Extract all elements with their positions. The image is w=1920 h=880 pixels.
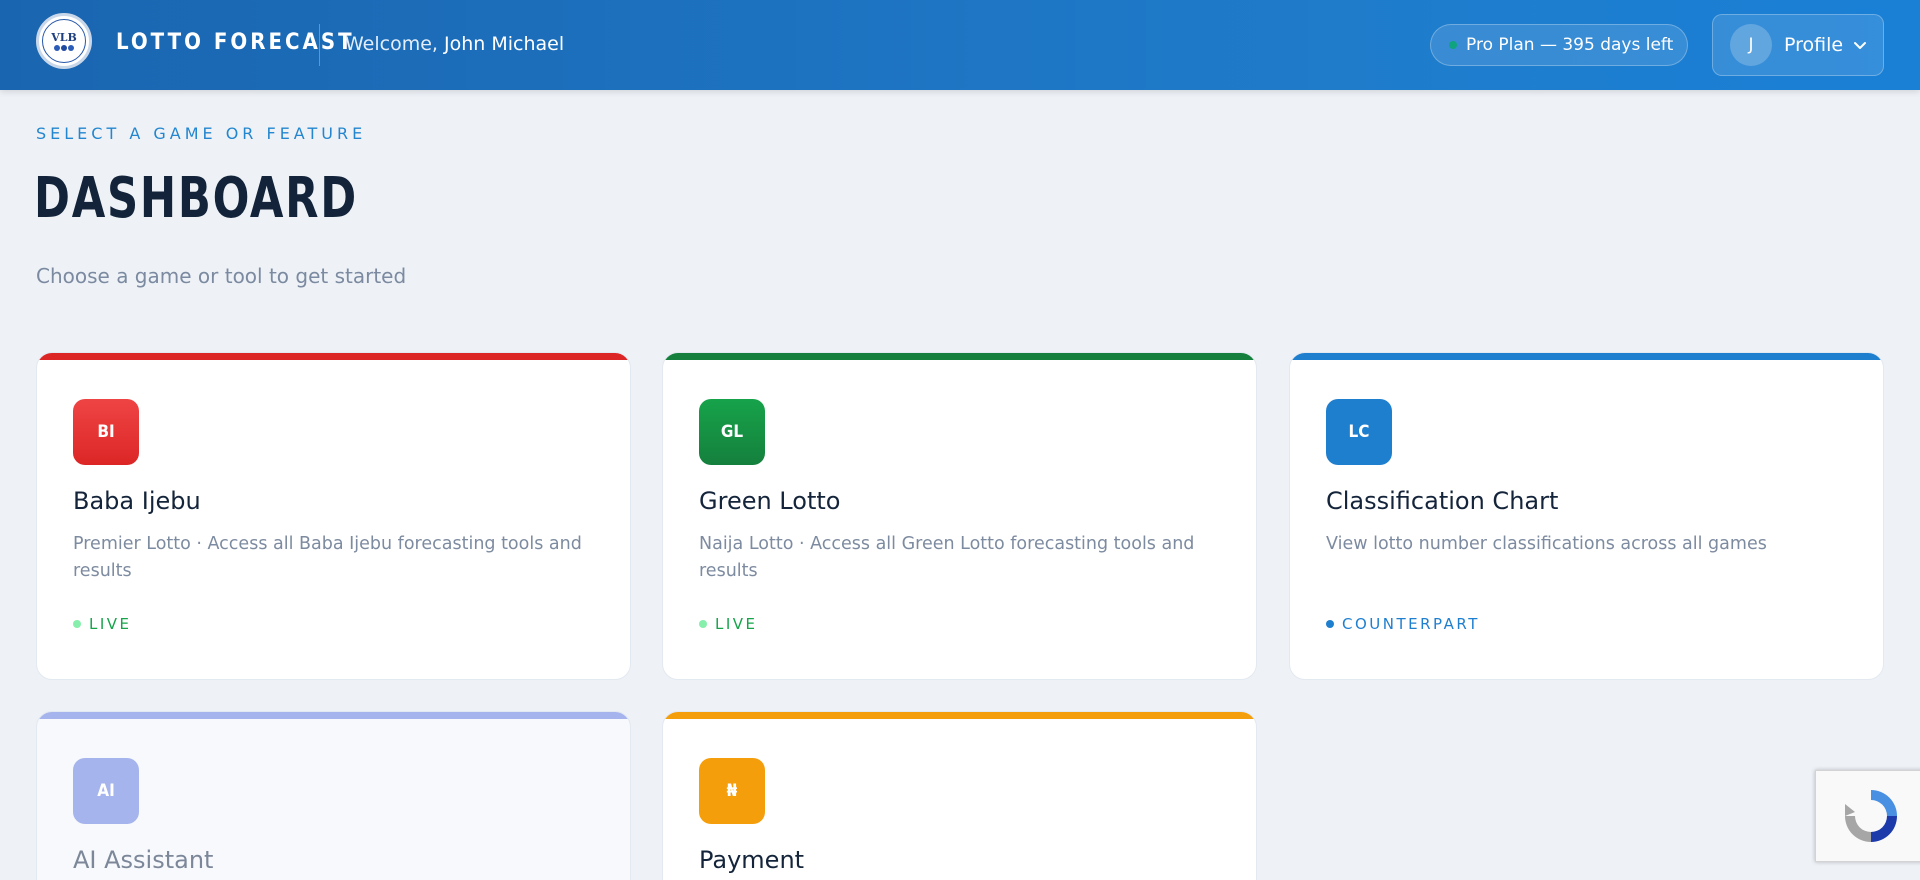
card-description: View lotto number classifications across… bbox=[1326, 534, 1767, 554]
plan-status-dot-icon bbox=[1449, 41, 1457, 49]
status-badge: LIVE bbox=[699, 615, 758, 633]
card-accent-bar bbox=[37, 712, 630, 719]
card-ai-assistant[interactable]: AI AI Assistant bbox=[36, 711, 631, 880]
logo-emblem: VLB bbox=[42, 19, 86, 63]
recaptcha-badge[interactable] bbox=[1815, 770, 1920, 862]
avatar: J bbox=[1730, 24, 1772, 66]
card-classification-chart[interactable]: LC Classification Chart View lotto numbe… bbox=[1289, 352, 1884, 680]
logo-text: VLB bbox=[51, 30, 77, 44]
plan-status-text: Pro Plan — 395 days left bbox=[1466, 35, 1674, 55]
recaptcha-icon bbox=[1844, 790, 1897, 842]
card-title: AI Assistant bbox=[73, 846, 214, 874]
classification-chart-icon: LC bbox=[1326, 399, 1392, 465]
card-description: Premier Lotto · Access all Baba Ijebu fo… bbox=[73, 534, 582, 581]
profile-menu-button[interactable]: J Profile bbox=[1712, 14, 1884, 76]
card-payment[interactable]: ₦ Payment bbox=[662, 711, 1257, 880]
status-badge-label: LIVE bbox=[715, 615, 758, 633]
welcome-prefix: Welcome, bbox=[345, 33, 438, 55]
baba-ijebu-icon: BI bbox=[73, 399, 139, 465]
naira-icon: ₦ bbox=[699, 758, 765, 824]
card-green-lotto[interactable]: GL Green Lotto Naija Lotto · Access all … bbox=[662, 352, 1257, 680]
plan-status-badge: Pro Plan — 395 days left bbox=[1430, 24, 1688, 66]
header-divider bbox=[319, 24, 320, 66]
card-title: Baba Ijebu bbox=[73, 487, 201, 515]
live-dot-icon bbox=[73, 620, 81, 628]
status-badge-label: LIVE bbox=[89, 615, 132, 633]
counterpart-dot-icon bbox=[1326, 620, 1334, 628]
card-accent-bar bbox=[1290, 353, 1883, 360]
green-lotto-icon: GL bbox=[699, 399, 765, 465]
profile-label: Profile bbox=[1784, 34, 1844, 56]
top-navigation-bar: VLB LOTTO FORECAST Welcome, John Michael… bbox=[0, 0, 1920, 90]
status-badge-label: COUNTERPART bbox=[1342, 615, 1480, 633]
card-title: Classification Chart bbox=[1326, 487, 1559, 515]
app-logo[interactable]: VLB bbox=[36, 13, 92, 69]
card-accent-bar bbox=[663, 353, 1256, 360]
ai-assistant-icon: AI bbox=[73, 758, 139, 824]
status-badge: COUNTERPART bbox=[1326, 615, 1480, 633]
page-subtitle: Choose a game or tool to get started bbox=[36, 264, 407, 288]
status-badge: LIVE bbox=[73, 615, 132, 633]
card-title: Payment bbox=[699, 846, 805, 874]
card-accent-bar bbox=[37, 353, 630, 360]
live-dot-icon bbox=[699, 620, 707, 628]
card-description: Naija Lotto · Access all Green Lotto for… bbox=[699, 534, 1195, 581]
user-name: John Michael bbox=[444, 33, 565, 55]
page-eyebrow: SELECT A GAME OR FEATURE bbox=[36, 124, 367, 143]
card-baba-ijebu[interactable]: BI Baba Ijebu Premier Lotto · Access all… bbox=[36, 352, 631, 680]
card-accent-bar bbox=[663, 712, 1256, 719]
welcome-message: Welcome, John Michael bbox=[345, 33, 564, 55]
chevron-down-icon bbox=[1854, 42, 1867, 49]
page-title: DASHBOARD bbox=[34, 166, 358, 231]
card-title: Green Lotto bbox=[699, 487, 841, 515]
logo-balls-icon bbox=[54, 44, 74, 51]
